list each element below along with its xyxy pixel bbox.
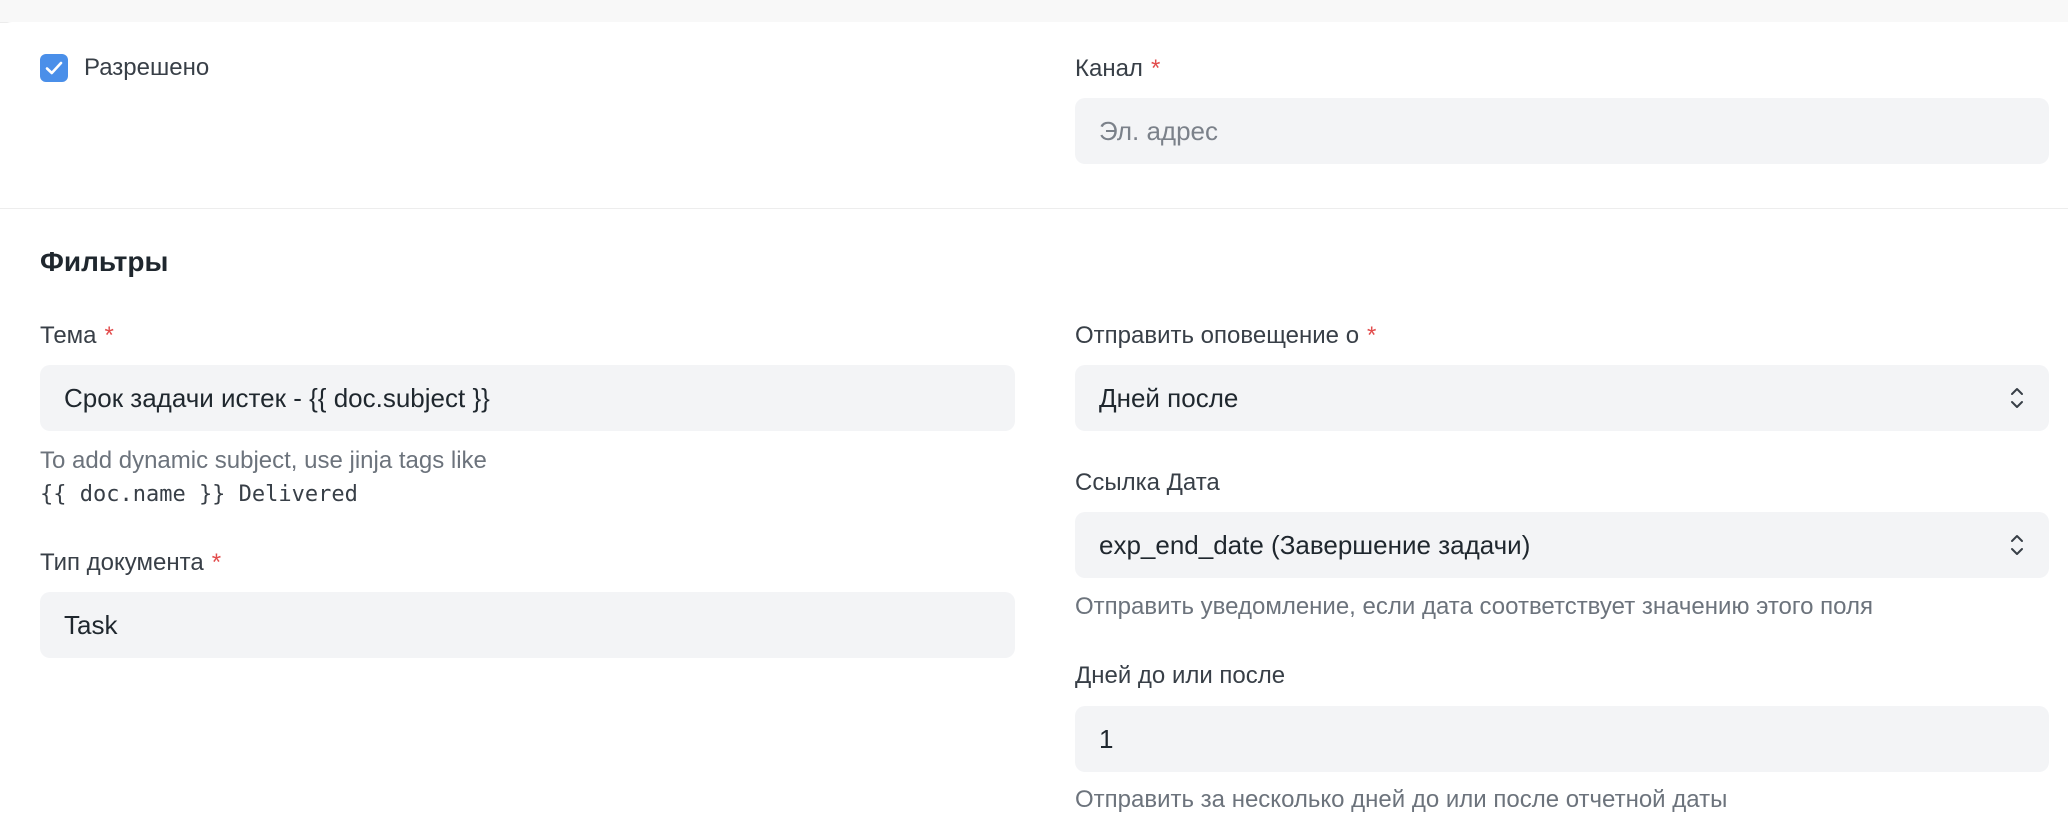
- required-mark: *: [1367, 322, 1377, 349]
- subject-help: To add dynamic subject, use jinja tags l…: [40, 447, 487, 474]
- reference-date-help: Отправить уведомление, если дата соответ…: [1075, 593, 1873, 620]
- days-before-after-help: Отправить за несколько дней до или после…: [1075, 786, 1728, 813]
- document-type-value: Task: [64, 609, 118, 640]
- document-type-field[interactable]: Task: [40, 592, 1015, 658]
- subject-help-example: {{ doc.name }} Delivered: [40, 482, 358, 507]
- section-title-filters: Фильтры: [40, 246, 169, 277]
- reference-date-value: exp_end_date (Завершение задачи): [1099, 529, 1531, 560]
- check-icon: [45, 61, 63, 75]
- required-mark: *: [211, 549, 222, 576]
- subject-value: Срок задачи истек - {{ doc.subject }}: [64, 382, 490, 413]
- document-type-label: Тип документа *: [40, 549, 221, 577]
- top-bar: [0, 0, 2068, 23]
- days-before-after-input[interactable]: 1: [1075, 706, 2049, 772]
- enabled-checkbox[interactable]: Разрешено: [40, 54, 209, 82]
- days-before-after-value: 1: [1099, 723, 1114, 754]
- required-mark: *: [1150, 55, 1161, 82]
- send-alert-on-label: Отправить оповещение о *: [1075, 322, 1376, 350]
- enabled-label: Разрешено: [84, 54, 210, 81]
- chevron-up-down-icon: [2009, 530, 2025, 560]
- subject-input[interactable]: Срок задачи истек - {{ doc.subject }}: [40, 365, 1015, 431]
- document-type-label-text: Тип документа: [40, 549, 204, 576]
- channel-value: Эл. адрес: [1099, 115, 1218, 146]
- chevron-up-down-icon: [2009, 383, 2025, 413]
- required-mark: *: [104, 322, 114, 349]
- subject-label: Тема *: [40, 322, 114, 350]
- send-alert-on-select[interactable]: Дней после: [1075, 365, 2049, 431]
- reference-date-select[interactable]: exp_end_date (Завершение задачи): [1075, 512, 2049, 578]
- send-alert-on-value: Дней после: [1099, 382, 1239, 413]
- send-alert-on-label-text: Отправить оповещение о: [1075, 322, 1360, 349]
- checkbox-checked[interactable]: [40, 54, 68, 82]
- reference-date-label: Ссылка Дата: [1075, 469, 1220, 496]
- channel-field[interactable]: Эл. адрес: [1075, 98, 2049, 164]
- days-before-after-label: Дней до или после: [1075, 662, 1286, 689]
- channel-label-text: Канал: [1075, 55, 1143, 82]
- subject-label-text: Тема: [40, 322, 97, 349]
- channel-label: Канал *: [1075, 55, 1160, 83]
